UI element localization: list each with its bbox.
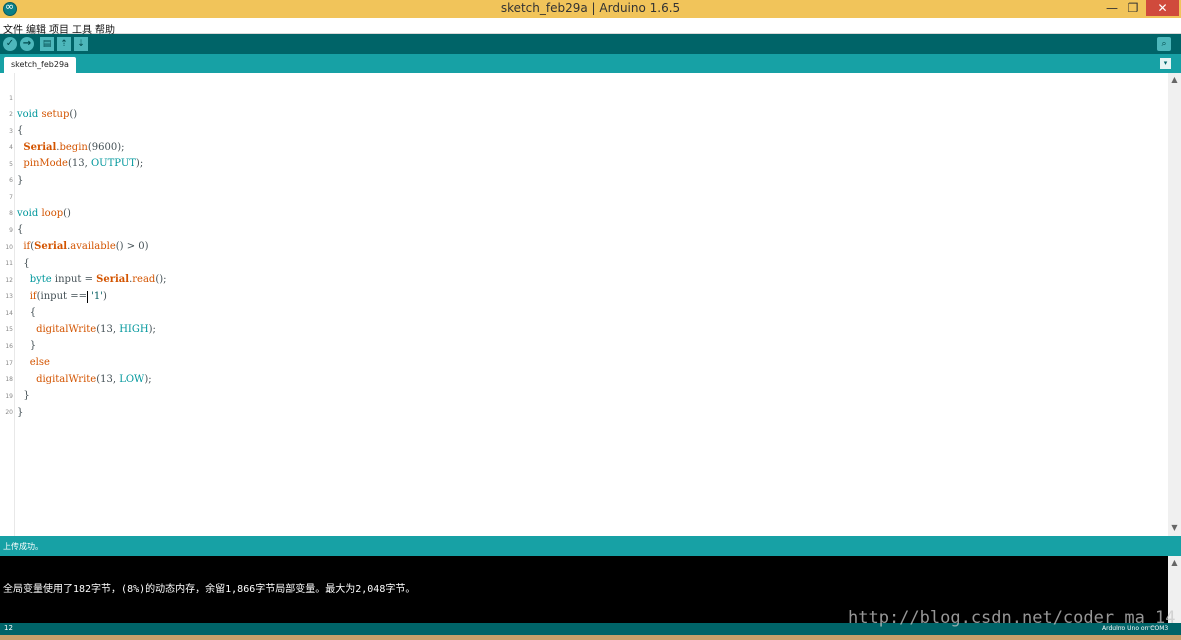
- code-line: 17 digitalWrite(13, LOW);: [5, 360, 152, 385]
- open-sketch-icon[interactable]: ⇡: [57, 37, 71, 51]
- line-number-indicator: 12: [4, 624, 13, 632]
- code-line: 9 if(Serial.available() > 0): [9, 227, 149, 252]
- menu-bar: 文件 编辑 项目 工具 帮助: [0, 18, 1181, 36]
- code-line: 12 if(input == '1'): [5, 277, 107, 303]
- verify-icon[interactable]: ✓: [3, 37, 17, 51]
- code-line: 19 }: [5, 393, 24, 418]
- save-sketch-icon[interactable]: ⇣: [74, 37, 88, 51]
- code-line: 5 }: [9, 161, 24, 186]
- code-line: 8 {: [9, 210, 24, 235]
- code-line: 1 void setup(): [9, 95, 78, 120]
- code-line: 13 {: [5, 293, 37, 318]
- tab-menu-icon[interactable]: ▾: [1160, 58, 1171, 69]
- code-line: 2 {: [9, 111, 24, 136]
- code-line: 15 }: [5, 326, 37, 351]
- scroll-up-icon[interactable]: ▲: [1168, 75, 1181, 85]
- code-line: 20: [5, 409, 13, 416]
- code-line: 11 byte input = Serial.read();: [5, 260, 167, 285]
- minimize-button[interactable]: —: [1103, 0, 1121, 16]
- status-message: 上传成功。: [3, 542, 43, 551]
- maximize-button[interactable]: ❐: [1124, 0, 1142, 16]
- code-line: 10 {: [5, 244, 30, 269]
- taskbar: [0, 635, 1181, 640]
- window-title: sketch_feb29a | Arduino 1.6.5: [500, 1, 681, 15]
- code-line: 6: [9, 177, 13, 184]
- status-bar: 上传成功。: [0, 536, 1181, 556]
- new-sketch-icon[interactable]: ▤: [40, 37, 54, 51]
- console-scroll-up-icon[interactable]: ▲: [1168, 558, 1181, 568]
- code-line: 7 void loop(): [9, 194, 71, 219]
- upload-icon[interactable]: →: [20, 37, 34, 51]
- scroll-down-icon[interactable]: ▼: [1168, 523, 1181, 533]
- tab-sketch[interactable]: sketch_feb29a: [4, 57, 76, 73]
- code-editor[interactable]: 1 void setup() 2 { 3 Serial.begin(9600);…: [0, 73, 1168, 536]
- code-line: 18 }: [5, 376, 30, 401]
- tab-bar: sketch_feb29a ▾: [0, 54, 1181, 73]
- title-bar: sketch_feb29a | Arduino 1.6.5 — ❐ ✕: [0, 0, 1181, 18]
- code-line: 4 pinMode(13, OUTPUT);: [9, 144, 144, 169]
- code-line: 14 digitalWrite(13, HIGH);: [5, 310, 156, 335]
- code-line: 3 Serial.begin(9600);: [9, 128, 125, 153]
- close-button[interactable]: ✕: [1146, 0, 1179, 16]
- code-line: 16 else: [5, 343, 50, 368]
- console-line: 全局变量使用了182字节，(8%)的动态内存，余留1,866字节局部变量。最大为…: [3, 584, 416, 595]
- serial-monitor-icon[interactable]: ⌕: [1157, 37, 1171, 51]
- editor-scrollbar[interactable]: ▲ ▼: [1168, 73, 1181, 536]
- watermark-text: http://blog.csdn.net/coder_ma_14: [848, 608, 1176, 628]
- toolbar: ✓ → ▤ ⇡ ⇣ ⌕: [0, 34, 1181, 54]
